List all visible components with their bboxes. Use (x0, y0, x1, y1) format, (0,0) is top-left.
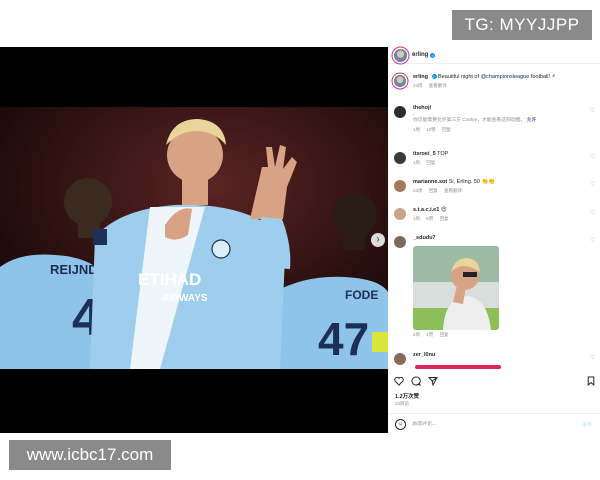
comment-likes[interactable]: 6赞 (426, 216, 433, 221)
avatar[interactable] (394, 106, 406, 118)
like-icon[interactable] (394, 376, 404, 386)
emoji-icon[interactable]: ☺ (395, 418, 406, 430)
comment-time: 1周 (413, 216, 421, 221)
comment-username[interactable]: itsroei_5 (413, 151, 436, 157)
verified-icon: ✓ (430, 52, 436, 58)
like-comment-icon[interactable]: ♡ (590, 108, 596, 114)
verified-icon: ✓ (431, 74, 437, 80)
header-username[interactable]: erling (412, 52, 428, 58)
avatar[interactable] (394, 152, 406, 164)
watermark-top: TG: MYYJJPP (452, 10, 592, 40)
caption-suffix: football! ⚡ (529, 74, 556, 80)
action-bar (394, 375, 596, 387)
share-icon[interactable] (428, 376, 438, 386)
comment-icon[interactable] (411, 376, 421, 386)
player-right-name: FODE (345, 288, 378, 302)
bookmark-icon[interactable] (586, 376, 596, 386)
comment-username[interactable]: zer_l0nu (413, 352, 435, 358)
comment-item: thehoji ▫ 你可能需要允许第三方 Cookie，才能查看这则动图。 允许… (394, 105, 573, 133)
translate-link[interactable]: 查看翻译 (429, 83, 447, 88)
comment-gif-illustration (413, 246, 499, 330)
comment-item: s.t.a.c.i.e1 😍 1周 6赞 回复 (394, 207, 573, 222)
caption-prefix: Beautiful night of (438, 74, 481, 80)
post-date: 23周前 (395, 401, 410, 406)
post-sidebar: erling ✓ erling ✓ Beautiful night of @ch… (388, 47, 600, 433)
like-comment-icon[interactable]: ♡ (590, 238, 596, 244)
watermark-bottom: www.icbc17.com (9, 440, 171, 470)
comment-composer: ☺ 发布 (388, 413, 600, 434)
jersey-sponsor: ETIHAD (138, 270, 201, 289)
translate-link[interactable]: 查看翻译 (444, 188, 462, 193)
reply-link[interactable]: 回复 (442, 127, 451, 132)
comment-item: itsroei_5 TOP 1周 回复 (394, 151, 573, 166)
comment-username[interactable]: _sdudu7 (413, 235, 436, 241)
post-comment-button[interactable]: 发布 (582, 421, 592, 428)
player-right-number: 47 (318, 313, 369, 365)
comment-text: 😍 (440, 207, 447, 213)
post-media[interactable]: REIJNDE 4 FODE 47 ETIHAD AIRWAYS › (0, 47, 388, 433)
like-comment-icon[interactable]: ♡ (590, 154, 596, 160)
comment-item: _sdudu7 2周 1赞 回复 (394, 235, 573, 338)
caption: erling ✓ Beautiful night of @championsle… (394, 74, 573, 89)
avatar[interactable] (394, 48, 407, 62)
comment-gif[interactable] (413, 246, 499, 330)
comment-time: 1周 (413, 126, 421, 132)
comment-likes[interactable]: 10赞 (426, 127, 436, 132)
allow-link[interactable]: 允许 (527, 118, 537, 123)
jersey-sponsor-sub: AIRWAYS (162, 293, 208, 304)
comment-item: marianne.sot Si, Erling. 50 👏👏 23周 回复 查看… (394, 179, 573, 194)
cookie-notice: 你可能需要允许第三方 Cookie，才能查看这则动图。 (413, 118, 526, 123)
photo-illustration: REIJNDE 4 FODE 47 ETIHAD AIRWAYS (0, 107, 388, 369)
comment-media-preview[interactable] (415, 365, 501, 369)
comment-likes[interactable]: 1赞 (426, 332, 433, 337)
post-header: erling ✓ (388, 47, 600, 64)
post-photo: REIJNDE 4 FODE 47 ETIHAD AIRWAYS (0, 107, 388, 369)
comment-input[interactable] (412, 421, 562, 427)
reply-link[interactable]: 回复 (440, 216, 449, 221)
comment-item: zer_l0nu (394, 352, 573, 365)
like-comment-icon[interactable]: ♡ (590, 182, 596, 188)
comment-username[interactable]: s.t.a.c.i.e1 (413, 207, 439, 213)
next-photo-button[interactable]: › (371, 233, 385, 247)
comment-time: 23周 (413, 188, 423, 193)
caption-username[interactable]: erling (413, 74, 428, 80)
avatar[interactable] (394, 180, 406, 192)
caption-time: 23周 (413, 83, 423, 88)
caption-hashtag[interactable]: @championsleague (481, 74, 530, 80)
reply-link[interactable]: 回复 (429, 188, 438, 193)
reply-link[interactable]: 回复 (440, 332, 449, 337)
comment-time: 1周 (413, 160, 421, 165)
comment-time: 2周 (413, 332, 421, 337)
comment-username[interactable]: thehoji (413, 105, 431, 111)
comment-username[interactable]: marianne.sot (413, 179, 447, 185)
avatar[interactable] (394, 208, 406, 220)
like-comment-icon[interactable]: ♡ (590, 355, 596, 361)
like-comment-icon[interactable]: ♡ (590, 210, 596, 216)
comment-text: TOP (437, 151, 449, 157)
avatar[interactable] (394, 236, 406, 248)
comment-text: Si, Erling. 50 👏👏 (448, 179, 496, 185)
reply-link[interactable]: 回复 (426, 160, 435, 165)
likes-count[interactable]: 1.2万次赞 (395, 392, 419, 400)
avatar[interactable] (394, 353, 406, 365)
avatar[interactable] (394, 75, 406, 87)
